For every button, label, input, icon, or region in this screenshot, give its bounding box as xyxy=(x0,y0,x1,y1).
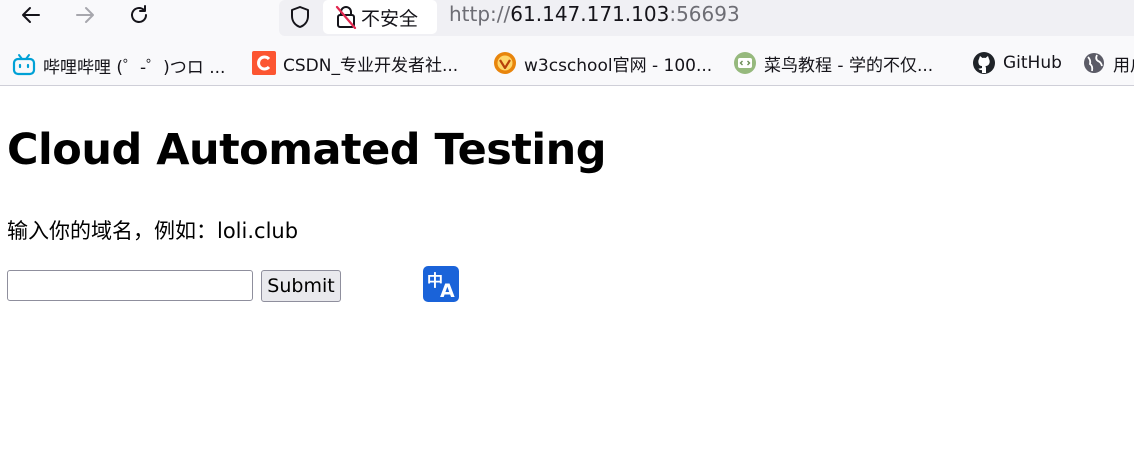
bookmark-label: 用户 xyxy=(1113,55,1134,76)
reload-button[interactable] xyxy=(124,2,154,28)
tracking-protection-button[interactable] xyxy=(287,4,313,30)
security-label: 不安全 xyxy=(361,7,419,30)
url-scheme: http:// xyxy=(449,2,511,26)
bookmark-label: w3cschool官网 - 100... xyxy=(524,55,713,76)
back-button[interactable] xyxy=(16,2,46,28)
url-port: :56693 xyxy=(669,2,740,26)
arrow-left-icon xyxy=(22,7,40,23)
address-bar[interactable]: 不安全 http://61.147.171.103:56693 xyxy=(279,0,1134,36)
url-text[interactable]: http://61.147.171.103:56693 xyxy=(449,2,740,26)
github-icon xyxy=(972,51,996,75)
bookmark-label: 哔哩哔哩 (゜-゜)つロ ... xyxy=(43,57,226,78)
bilibili-icon xyxy=(12,53,36,77)
url-host: 61.147.171.103 xyxy=(510,2,670,26)
bookmark-runoob[interactable]: 菜鸟教程 - 学的不仅... xyxy=(733,51,934,76)
reload-icon xyxy=(131,5,147,23)
arrow-right-icon xyxy=(76,7,94,23)
translate-icon[interactable]: 中 A xyxy=(423,266,459,302)
bookmark-user[interactable]: 用户 xyxy=(1082,51,1134,76)
page-title: Cloud Automated Testing xyxy=(7,125,607,175)
bookmark-label: 菜鸟教程 - 学的不仅... xyxy=(764,55,934,76)
w3cschool-icon xyxy=(493,51,517,75)
globe-icon xyxy=(1082,51,1106,75)
forward-button[interactable] xyxy=(70,2,100,28)
csdn-icon xyxy=(252,51,276,75)
domain-instruction: 输入你的域名，例如：loli.club xyxy=(7,219,299,243)
bookmark-w3cschool[interactable]: w3cschool官网 - 100... xyxy=(493,51,713,76)
site-security-button[interactable]: 不安全 xyxy=(323,0,437,34)
translate-en-glyph: A xyxy=(440,280,455,302)
bookmark-label: CSDN_专业开发者社... xyxy=(283,55,459,76)
shield-icon xyxy=(291,6,309,28)
bookmark-bilibili[interactable]: 哔哩哔哩 (゜-゜)つロ ... xyxy=(12,53,226,78)
insecure-lock-icon xyxy=(335,5,357,29)
browser-toolbar: 不安全 http://61.147.171.103:56693 xyxy=(0,0,1134,37)
bookmarks-bar: 哔哩哔哩 (゜-゜)つロ ... CSDN_专业开发者社... w3cschoo… xyxy=(0,37,1134,86)
domain-input[interactable] xyxy=(7,270,253,301)
bookmark-github[interactable]: GitHub xyxy=(972,51,1062,75)
bookmark-csdn[interactable]: CSDN_专业开发者社... xyxy=(252,51,459,76)
bookmark-label: GitHub xyxy=(1003,53,1062,73)
submit-button[interactable]: Submit xyxy=(261,270,341,302)
runoob-icon xyxy=(733,51,757,75)
